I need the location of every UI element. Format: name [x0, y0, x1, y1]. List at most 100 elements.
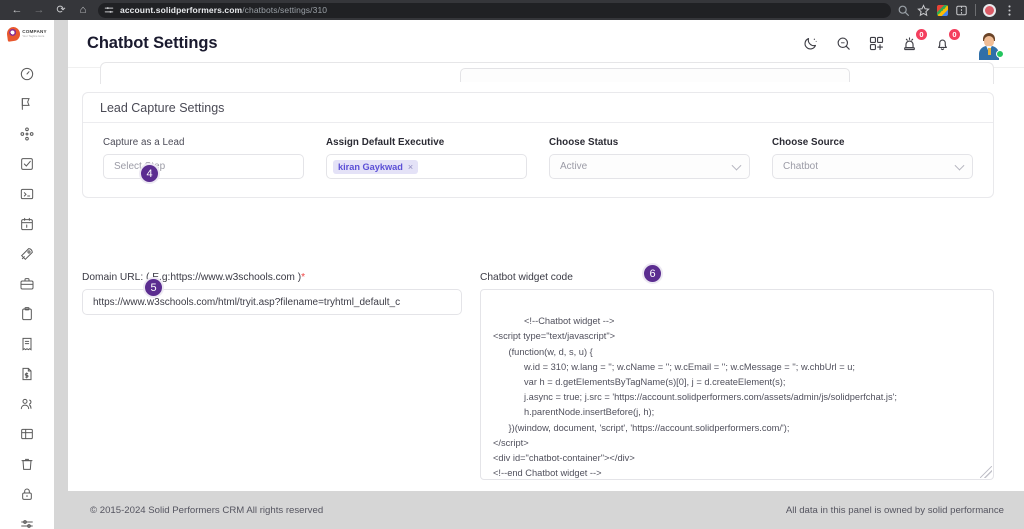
grid-plus-icon	[869, 36, 884, 51]
browser-toolbar: ← → ⟳ ⌂ account.solidperformers.com/chat…	[0, 0, 1024, 20]
assign-default-executive-label: Assign Default Executive	[326, 137, 445, 148]
dark-mode-toggle[interactable]	[801, 34, 820, 53]
back-arrow-icon[interactable]: ←	[6, 1, 28, 19]
choose-source-field: Choose Source Chatbot	[772, 137, 973, 179]
choose-status-label: Choose Status	[549, 137, 619, 148]
global-search[interactable]	[834, 34, 853, 53]
assign-default-executive-field: Assign Default Executive kiran Gaykwad ×	[326, 137, 527, 179]
domain-url-input[interactable]: https://www.w3schools.com/html/tryit.asp…	[82, 289, 462, 315]
receipt-icon	[22, 337, 32, 351]
sidebar-item-launch[interactable]	[0, 239, 54, 269]
choose-status-select[interactable]: Active	[549, 154, 750, 179]
moon-icon	[804, 37, 817, 50]
rocket-icon	[20, 248, 33, 261]
address-bar[interactable]: account.solidperformers.com/chatbots/set…	[98, 2, 891, 18]
widget-code-value: <!--Chatbot widget --> <script type="tex…	[493, 316, 897, 479]
address-bar-url: account.solidperformers.com/chatbots/set…	[120, 5, 327, 15]
checkbox-task-icon	[21, 158, 33, 170]
calendar-icon	[21, 217, 33, 231]
sidebar-item-reports[interactable]	[0, 89, 54, 119]
notifications-badge: 0	[949, 29, 960, 40]
app-header: Chatbot Settings 0 0	[68, 20, 1024, 68]
clipboard-icon	[22, 307, 32, 321]
choose-status-field: Choose Status Active	[549, 137, 750, 179]
widget-code-label: Chatbot widget code	[480, 272, 573, 283]
url-domain: account.solidperformers.com	[120, 5, 243, 15]
widget-code-field: Chatbot widget code <!--Chatbot widget -…	[480, 272, 994, 480]
footer-ownership-note: All data in this panel is owned by solid…	[785, 504, 1004, 516]
reload-icon[interactable]: ⟳	[50, 1, 72, 19]
lead-capture-title: Lead Capture Settings	[100, 100, 225, 115]
sliders-icon	[21, 520, 33, 528]
sidebar-item-invoices[interactable]	[0, 329, 54, 359]
previous-section-input[interactable]	[460, 68, 850, 82]
logo-mark-icon	[6, 26, 22, 42]
lead-capture-panel: Lead Capture Settings Capture as a Lead …	[82, 92, 994, 198]
sidebar-item-security[interactable]	[0, 479, 54, 509]
sidebar-item-settings[interactable]	[0, 509, 54, 529]
sidebar-rail: COMPANY Your Tagline Here	[0, 20, 54, 529]
choose-source-label: Choose Source	[772, 137, 845, 148]
url-path: /chatbots/settings/310	[242, 5, 328, 15]
trash-icon	[21, 458, 33, 470]
sidebar-item-network[interactable]	[0, 119, 54, 149]
domain-url-value: https://www.w3schools.com/html/tryit.asp…	[93, 296, 401, 308]
document-dollar-icon	[22, 367, 32, 381]
split-screen-icon[interactable]	[955, 4, 968, 17]
capture-as-lead-select[interactable]: Select Step	[103, 154, 304, 179]
alerts[interactable]: 0	[900, 29, 927, 53]
lock-icon	[22, 488, 32, 500]
siren-alert-icon	[904, 37, 915, 51]
sidebar-item-console[interactable]	[0, 179, 54, 209]
sidebar-item-quotes[interactable]	[0, 359, 54, 389]
chevron-down-icon	[954, 160, 965, 171]
required-marker: *	[301, 272, 306, 283]
users-icon	[20, 398, 32, 410]
alerts-badge: 0	[916, 29, 927, 40]
forward-arrow-icon[interactable]: →	[28, 1, 50, 19]
choose-source-select[interactable]: Chatbot	[772, 154, 973, 179]
sidebar-item-contacts[interactable]	[0, 389, 54, 419]
sidebar-item-clipboard[interactable]	[0, 299, 54, 329]
profile-avatar-icon[interactable]	[983, 3, 996, 17]
app-window: Chatbot Settings 0 0 Lead Capture Settin…	[68, 20, 1024, 529]
three-dot-menu-icon[interactable]	[1003, 4, 1016, 17]
header-tools: 0 0	[801, 29, 1004, 60]
avatar[interactable]	[974, 29, 1004, 60]
home-icon[interactable]: ⌂	[72, 1, 94, 19]
sidebar-item-tables[interactable]	[0, 419, 54, 449]
logo-tagline: Your Tagline Here	[22, 34, 45, 38]
executive-tag[interactable]: kiran Gaykwad ×	[333, 159, 419, 174]
extension-puzzle-icon[interactable]	[937, 4, 948, 16]
domain-url-label-text: Domain URL: ( E.g:https://www.w3schools.…	[82, 272, 302, 283]
sidebar-item-calendar[interactable]	[0, 209, 54, 239]
domain-url-label: Domain URL: ( E.g:https://www.w3schools.…	[82, 272, 462, 283]
resize-handle[interactable]	[980, 466, 992, 478]
close-icon[interactable]: ×	[408, 162, 413, 172]
capture-as-lead-label: Capture as a Lead	[103, 137, 185, 148]
toolbar-divider	[975, 4, 976, 16]
choose-status-value: Active	[560, 161, 588, 172]
company-logo[interactable]: COMPANY Your Tagline Here	[6, 26, 47, 42]
domain-url-field: Domain URL: ( E.g:https://www.w3schools.…	[82, 272, 462, 480]
browser-actions	[897, 3, 1018, 17]
site-settings-icon[interactable]	[104, 5, 114, 15]
choose-source-value: Chatbot	[783, 161, 819, 172]
notifications[interactable]: 0	[933, 29, 960, 53]
capture-as-lead-field: Capture as a Lead Select Step	[103, 137, 304, 179]
bell-icon	[938, 39, 947, 51]
widget-code-textarea[interactable]: <!--Chatbot widget --> <script type="tex…	[480, 289, 994, 480]
sidebar-item-tasks[interactable]	[0, 149, 54, 179]
apps-add[interactable]	[867, 34, 886, 53]
search-zoom-icon[interactable]	[897, 4, 910, 17]
lower-row: Domain URL: ( E.g:https://www.w3schools.…	[82, 272, 994, 480]
sidebar-item-trash[interactable]	[0, 449, 54, 479]
sidebar-item-deals[interactable]	[0, 269, 54, 299]
sidebar-item-dashboard[interactable]	[0, 59, 54, 89]
step-badge-5: 5	[143, 277, 164, 298]
assign-default-executive-input[interactable]: kiran Gaykwad ×	[326, 154, 527, 179]
terminal-icon	[20, 188, 34, 200]
settings-content: Lead Capture Settings Capture as a Lead …	[68, 62, 1024, 521]
page-title: Chatbot Settings	[87, 34, 218, 52]
star-bookmark-icon[interactable]	[917, 3, 930, 17]
